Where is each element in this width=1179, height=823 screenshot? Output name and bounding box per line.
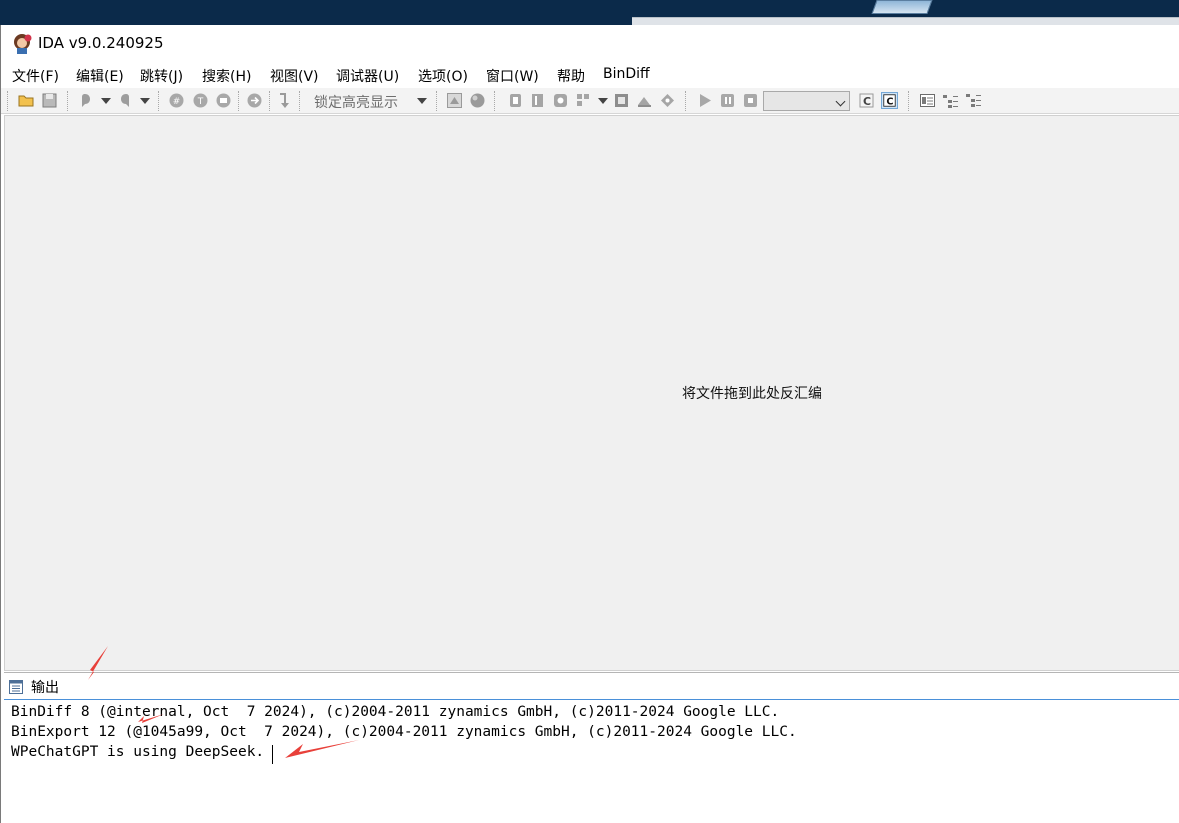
ida-app-icon bbox=[14, 34, 32, 54]
ida-main-window: IDA v9.0.240925 文件(F) 编辑(E) 跳转(J) 搜索(H) … bbox=[0, 25, 1179, 823]
debugger-select[interactable] bbox=[763, 91, 850, 111]
back-dropdown-icon[interactable] bbox=[101, 98, 111, 104]
log-line: BinDiff 8 (@internal, Oct 7 2024), (c)20… bbox=[11, 704, 780, 720]
annotation-arrow-icon bbox=[285, 740, 359, 758]
signatures-icon[interactable] bbox=[552, 92, 569, 109]
toolbar-separator bbox=[67, 91, 69, 111]
frame-icon[interactable] bbox=[613, 92, 630, 109]
tree-icon[interactable] bbox=[942, 92, 959, 109]
title-bar: IDA v9.0.240925 bbox=[1, 25, 1179, 62]
toolbar-separator bbox=[299, 91, 301, 111]
patch-icon[interactable] bbox=[636, 92, 653, 109]
open-folder-icon[interactable] bbox=[18, 92, 35, 109]
names-icon[interactable] bbox=[529, 92, 546, 109]
output-panel-header[interactable]: 输出 bbox=[4, 672, 1179, 700]
window-title: IDA v9.0.240925 bbox=[38, 34, 164, 52]
menu-file[interactable]: 文件(F) bbox=[12, 66, 59, 86]
save-icon[interactable] bbox=[41, 92, 58, 109]
function-icon[interactable] bbox=[507, 92, 524, 109]
menu-help[interactable]: 帮助 bbox=[557, 66, 585, 86]
output-panel-title: 输出 bbox=[31, 680, 59, 696]
c-source-icon[interactable]: C bbox=[858, 92, 875, 109]
hierarchy-icon[interactable] bbox=[965, 92, 982, 109]
annotation-arrow-icon bbox=[88, 646, 108, 680]
toolbar-separator bbox=[269, 91, 271, 111]
menu-options[interactable]: 选项(O) bbox=[418, 66, 468, 86]
toolbar-separator bbox=[494, 91, 496, 111]
annotation-arrow-icon bbox=[138, 714, 164, 723]
desktop-window-edge bbox=[632, 17, 1179, 25]
step-into-icon[interactable] bbox=[275, 92, 292, 109]
forward-hand-icon[interactable] bbox=[117, 92, 134, 109]
segment-icon[interactable] bbox=[446, 92, 463, 109]
menu-bindiff[interactable]: BinDiff bbox=[603, 66, 650, 82]
struct-view-icon[interactable] bbox=[215, 92, 232, 109]
toolbar-separator bbox=[238, 91, 240, 111]
c-pseudocode-icon[interactable]: C bbox=[881, 92, 898, 109]
main-toolbar: # T 锁定高亮显示 C C bbox=[1, 88, 1179, 114]
toolbar-separator bbox=[436, 91, 438, 111]
lock-highlight-select[interactable]: 锁定高亮显示 bbox=[314, 92, 398, 112]
svg-text:#: # bbox=[173, 97, 181, 107]
desktop-icon bbox=[871, 0, 933, 14]
svg-text:T: T bbox=[197, 97, 204, 107]
toolbar-separator bbox=[685, 91, 687, 111]
pause-icon[interactable] bbox=[719, 92, 736, 109]
sphere-icon[interactable] bbox=[469, 92, 486, 109]
menu-edit[interactable]: 编辑(E) bbox=[76, 66, 124, 86]
svg-text:C: C bbox=[863, 95, 871, 108]
log-line: BinExport 12 (@1045a99, Oct 7 2024), (c)… bbox=[11, 724, 797, 740]
disassembly-drop-area[interactable]: 将文件拖到此处反汇编 bbox=[4, 115, 1179, 671]
diamond-icon[interactable] bbox=[659, 92, 676, 109]
toolbar-separator bbox=[158, 91, 160, 111]
log-line: WPeChatGPT is using DeepSeek. bbox=[11, 744, 265, 760]
desktop-background bbox=[0, 0, 1179, 25]
play-icon[interactable] bbox=[696, 92, 713, 109]
output-log[interactable]: BinDiff 8 (@internal, Oct 7 2024), (c)20… bbox=[4, 701, 1179, 823]
graph-icon[interactable] bbox=[246, 92, 263, 109]
list-view-icon[interactable] bbox=[919, 92, 936, 109]
chevron-down-icon bbox=[835, 96, 846, 107]
menu-bar: 文件(F) 编辑(E) 跳转(J) 搜索(H) 视图(V) 调试器(U) 选项(… bbox=[1, 62, 1179, 88]
menu-debugger[interactable]: 调试器(U) bbox=[336, 66, 399, 86]
menu-search[interactable]: 搜索(H) bbox=[202, 66, 251, 86]
toolbar-grip bbox=[7, 91, 9, 111]
lock-highlight-dropdown-icon[interactable] bbox=[417, 98, 427, 104]
menu-jump[interactable]: 跳转(J) bbox=[140, 66, 183, 86]
type-libraries-icon[interactable] bbox=[575, 92, 592, 109]
toolbar-separator bbox=[908, 91, 910, 111]
menu-view[interactable]: 视图(V) bbox=[270, 66, 319, 86]
drop-hint-text: 将文件拖到此处反汇编 bbox=[682, 386, 822, 402]
stop-icon[interactable] bbox=[742, 92, 759, 109]
views-dropdown-icon[interactable] bbox=[598, 98, 608, 104]
output-window-icon bbox=[9, 680, 23, 694]
menu-windows[interactable]: 窗口(W) bbox=[486, 66, 539, 86]
text-view-icon[interactable]: T bbox=[192, 92, 209, 109]
svg-text:C: C bbox=[886, 96, 893, 107]
back-hand-icon[interactable] bbox=[77, 92, 94, 109]
forward-dropdown-icon[interactable] bbox=[140, 98, 150, 104]
text-caret bbox=[272, 745, 273, 764]
hex-view-icon[interactable]: # bbox=[168, 92, 185, 109]
